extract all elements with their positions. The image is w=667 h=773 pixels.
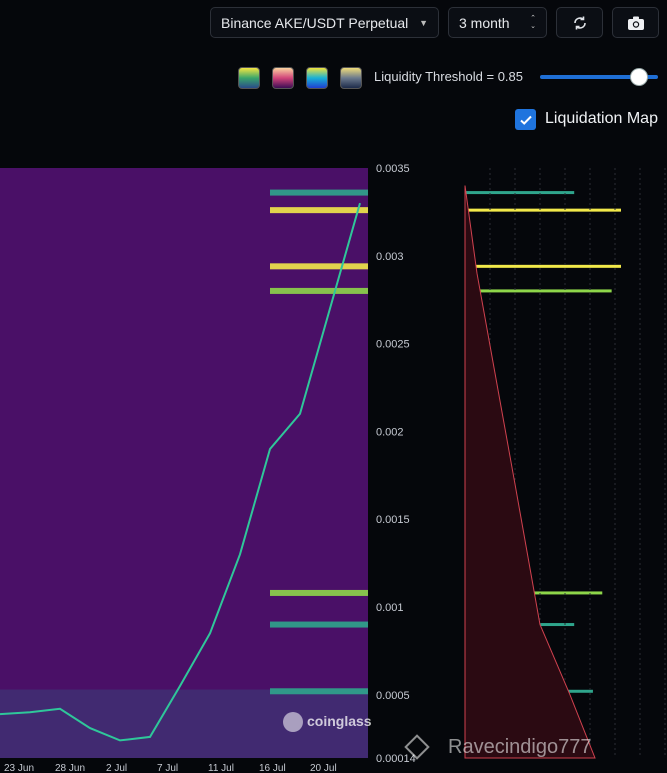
threshold-label: Liquidity Threshold = 0.85 — [374, 69, 523, 84]
liquidity-band — [270, 621, 368, 628]
liquidity-band — [270, 688, 368, 695]
x-tick-label: 16 Jul — [259, 763, 286, 773]
x-tick-label: 28 Jun — [55, 763, 85, 773]
y-tick-label: 0.0015 — [376, 514, 410, 526]
refresh-icon — [573, 16, 586, 29]
liquidity-band — [270, 287, 368, 294]
y-axis: 0.0035 0.003 0.0025 0.002 0.0015 0.001 0.0005 0… — [376, 163, 416, 765]
cumulative-liquidation-area — [464, 185, 596, 759]
liquidation-map-checkbox[interactable] — [515, 109, 536, 130]
liquidity-band — [270, 589, 368, 596]
pair-select[interactable]: Binance AKE/USDT Perpetual ▼ — [210, 7, 439, 38]
x-tick-label: 2 Jul — [106, 763, 127, 773]
period-label: 3 month — [459, 14, 510, 31]
x-axis: 23 Jun 28 Jun 2 Jul 7 Jul 11 Jul 16 Jul 20 Jul — [4, 763, 337, 773]
y-tick-label: 0.002 — [376, 426, 404, 438]
liquidation-side-histogram — [464, 168, 666, 759]
threshold-slider-thumb[interactable] — [630, 68, 648, 86]
color-scheme-gray[interactable] — [340, 67, 362, 89]
pair-label: Binance AKE/USDT Perpetual — [221, 14, 409, 31]
x-tick-label: 7 Jul — [157, 763, 178, 773]
liquidity-band — [270, 263, 368, 270]
y-tick-label: 0.001 — [376, 602, 404, 614]
screenshot-button[interactable] — [612, 7, 659, 38]
refresh-button[interactable] — [556, 7, 603, 38]
coinglass-logo-icon — [283, 712, 303, 732]
x-tick-label: 11 Jul — [208, 763, 234, 773]
camera-icon — [627, 16, 644, 30]
y-tick-label: 0.0035 — [376, 163, 410, 175]
liquidity-band — [270, 189, 368, 196]
stepper-icon: ⌃ ⌄ — [530, 14, 536, 30]
caret-down-icon: ▼ — [419, 17, 428, 28]
color-scheme-blue[interactable] — [306, 67, 328, 89]
liquidity-band — [270, 207, 368, 214]
check-icon — [519, 115, 532, 125]
liquidation-map-label: Liquidation Map — [545, 110, 658, 127]
user-watermark: Ravecindigo777 — [448, 736, 592, 758]
y-tick-label: 0.0025 — [376, 339, 410, 351]
heatmap-background — [0, 168, 368, 758]
liquidation-heatmap-chart[interactable]: 0.0035 0.003 0.0025 0.002 0.0015 0.001 0.0005 0… — [0, 160, 667, 773]
coinglass-watermark: coinglass — [307, 713, 372, 729]
x-tick-label: 20 Jul — [310, 763, 337, 773]
liquidation-bar — [465, 191, 575, 195]
period-select[interactable]: 3 month ⌃ ⌄ — [448, 7, 547, 38]
y-tick-label: 0.00014 — [376, 753, 416, 765]
y-tick-label: 0.0005 — [376, 690, 410, 702]
color-scheme-viridis[interactable] — [238, 67, 260, 89]
liquidation-bar — [465, 264, 621, 268]
y-tick-label: 0.003 — [376, 251, 404, 263]
x-tick-label: 23 Jun — [4, 763, 34, 773]
liquidation-bar — [465, 208, 621, 212]
heatmap-area — [0, 168, 368, 758]
color-scheme-magma[interactable] — [272, 67, 294, 89]
